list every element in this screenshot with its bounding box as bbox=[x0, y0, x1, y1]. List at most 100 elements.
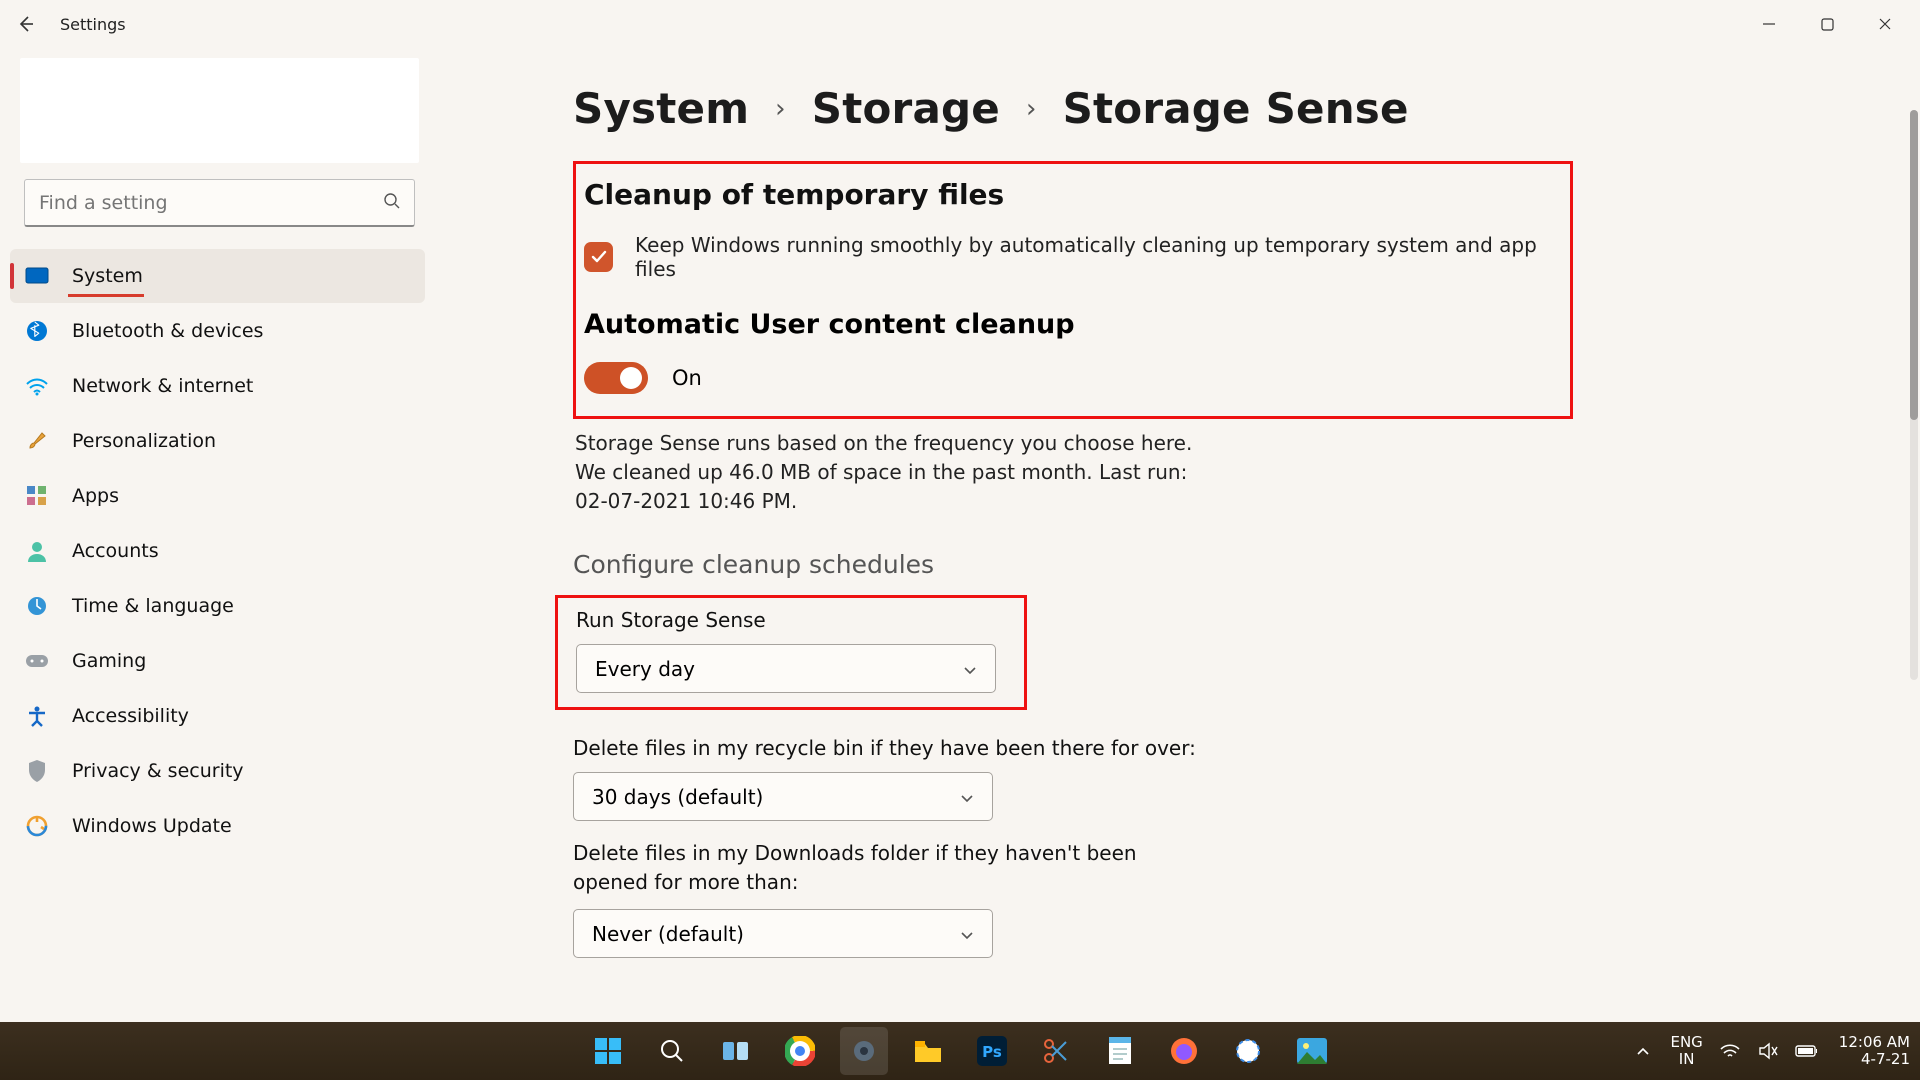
chevron-right-icon: › bbox=[775, 94, 786, 124]
window-title: Settings bbox=[60, 15, 126, 34]
circle-icon bbox=[1234, 1037, 1262, 1065]
sidebar-item-label: Gaming bbox=[72, 650, 146, 672]
sidebar-item-bluetooth[interactable]: Bluetooth & devices bbox=[10, 304, 425, 358]
sidebar-item-label: Accessibility bbox=[72, 705, 189, 727]
taskview-icon bbox=[722, 1039, 750, 1063]
tray-lang-line1: ENG bbox=[1670, 1034, 1702, 1051]
auto-cleanup-title: Automatic User content cleanup bbox=[584, 309, 1554, 340]
photos-icon bbox=[1297, 1038, 1327, 1064]
back-button[interactable] bbox=[6, 4, 46, 44]
sidebar-item-accessibility[interactable]: Accessibility bbox=[10, 689, 425, 743]
tray-overflow[interactable] bbox=[1632, 1040, 1654, 1062]
tray-time: 12:06 AM bbox=[1839, 1034, 1910, 1051]
taskbar: Ps ENG IN 12:06 AM 4-7-21 bbox=[0, 1022, 1920, 1080]
run-storage-sense-select[interactable]: Every day bbox=[576, 644, 996, 693]
sidebar-item-label: Privacy & security bbox=[72, 760, 244, 782]
tray-clock[interactable]: 12:06 AM 4-7-21 bbox=[1839, 1034, 1910, 1069]
breadcrumb-current: Storage Sense bbox=[1063, 84, 1409, 133]
sidebar-item-label: Network & internet bbox=[72, 375, 253, 397]
cleanup-checkbox-label: Keep Windows running smoothly by automat… bbox=[635, 233, 1554, 281]
taskbar-notepad[interactable] bbox=[1096, 1027, 1144, 1075]
sidebar-item-privacy[interactable]: Privacy & security bbox=[10, 744, 425, 798]
taskbar-app-1[interactable] bbox=[1224, 1027, 1272, 1075]
sidebar-item-personalization[interactable]: Personalization bbox=[10, 414, 425, 468]
highlight-box-run: Run Storage Sense Every day bbox=[555, 595, 1027, 710]
shield-icon bbox=[24, 758, 50, 784]
maximize-icon bbox=[1821, 18, 1834, 31]
breadcrumb-system[interactable]: System bbox=[573, 84, 749, 133]
chevron-up-icon bbox=[1636, 1046, 1650, 1056]
minimize-button[interactable] bbox=[1740, 5, 1798, 43]
close-button[interactable] bbox=[1856, 5, 1914, 43]
scissors-icon bbox=[1043, 1037, 1069, 1065]
sidebar-item-gaming[interactable]: Gaming bbox=[10, 634, 425, 688]
select-value: Never (default) bbox=[592, 922, 744, 946]
sidebar-item-label: Bluetooth & devices bbox=[72, 320, 263, 342]
tray-battery[interactable] bbox=[1795, 1040, 1817, 1062]
tray-language[interactable]: ENG IN bbox=[1670, 1034, 1702, 1069]
sidebar-item-accounts[interactable]: Accounts bbox=[10, 524, 425, 578]
content-pane: System › Storage › Storage Sense Cleanup… bbox=[445, 48, 1920, 1022]
gear-icon bbox=[850, 1037, 878, 1065]
downloads-select[interactable]: Never (default) bbox=[573, 909, 993, 958]
tray-volume[interactable] bbox=[1757, 1040, 1779, 1062]
sidebar-item-label: Personalization bbox=[72, 430, 216, 452]
sidebar-item-apps[interactable]: Apps bbox=[10, 469, 425, 523]
brush-icon bbox=[24, 428, 50, 454]
search-icon bbox=[383, 192, 401, 214]
highlight-box-cleanup: Cleanup of temporary files Keep Windows … bbox=[573, 161, 1573, 419]
taskbar-photos[interactable] bbox=[1288, 1027, 1336, 1075]
toggle-state-label: On bbox=[672, 366, 702, 390]
svg-text:Ps: Ps bbox=[982, 1043, 1002, 1061]
breadcrumb: System › Storage › Storage Sense bbox=[573, 84, 1880, 133]
scrollbar-thumb[interactable] bbox=[1910, 110, 1918, 420]
taskbar-search[interactable] bbox=[648, 1027, 696, 1075]
check-icon bbox=[590, 248, 608, 266]
system-icon bbox=[24, 263, 50, 289]
taskbar-chrome[interactable] bbox=[776, 1027, 824, 1075]
minimize-icon bbox=[1762, 17, 1776, 31]
folder-icon bbox=[913, 1038, 943, 1064]
sidebar-item-time[interactable]: Time & language bbox=[10, 579, 425, 633]
photoshop-icon: Ps bbox=[977, 1036, 1007, 1066]
select-value: Every day bbox=[595, 657, 695, 681]
taskbar-explorer[interactable] bbox=[904, 1027, 952, 1075]
sidebar-item-label: System bbox=[72, 265, 143, 287]
windows-icon bbox=[593, 1036, 623, 1066]
tray-lang-line2: IN bbox=[1670, 1051, 1702, 1068]
breadcrumb-storage[interactable]: Storage bbox=[812, 84, 1000, 133]
person-icon bbox=[24, 538, 50, 564]
apps-icon bbox=[24, 483, 50, 509]
wifi-icon bbox=[1720, 1043, 1740, 1059]
taskbar-settings[interactable] bbox=[840, 1027, 888, 1075]
sidebar-item-label: Windows Update bbox=[72, 815, 232, 837]
taskbar-taskview[interactable] bbox=[712, 1027, 760, 1075]
downloads-label: Delete files in my Downloads folder if t… bbox=[573, 839, 1213, 897]
sidebar-item-system[interactable]: System bbox=[10, 249, 425, 303]
taskbar-photoshop[interactable]: Ps bbox=[968, 1027, 1016, 1075]
scrollbar[interactable] bbox=[1910, 110, 1918, 680]
taskbar-snip[interactable] bbox=[1032, 1027, 1080, 1075]
chevron-right-icon: › bbox=[1026, 94, 1037, 124]
search-field[interactable] bbox=[24, 179, 415, 227]
toggle-knob bbox=[620, 367, 642, 389]
recycle-bin-select[interactable]: 30 days (default) bbox=[573, 772, 993, 821]
auto-cleanup-toggle[interactable] bbox=[584, 362, 648, 394]
accessibility-icon bbox=[24, 703, 50, 729]
search-input[interactable] bbox=[24, 179, 415, 227]
sidebar-item-label: Apps bbox=[72, 485, 119, 507]
sidebar-item-update[interactable]: Windows Update bbox=[10, 799, 425, 853]
start-button[interactable] bbox=[584, 1027, 632, 1075]
tray-wifi[interactable] bbox=[1719, 1040, 1741, 1062]
sidebar: System Bluetooth & devices Network & int… bbox=[0, 48, 445, 1022]
sidebar-item-label: Accounts bbox=[72, 540, 159, 562]
cleanup-checkbox[interactable] bbox=[584, 242, 613, 272]
sidebar-item-network[interactable]: Network & internet bbox=[10, 359, 425, 413]
notepad-icon bbox=[1107, 1036, 1133, 1066]
chevron-down-icon bbox=[960, 922, 974, 946]
taskbar-firefox[interactable] bbox=[1160, 1027, 1208, 1075]
maximize-button[interactable] bbox=[1798, 5, 1856, 43]
back-arrow-icon bbox=[16, 14, 36, 34]
user-card[interactable] bbox=[20, 58, 419, 163]
highlight-underline bbox=[68, 294, 144, 297]
